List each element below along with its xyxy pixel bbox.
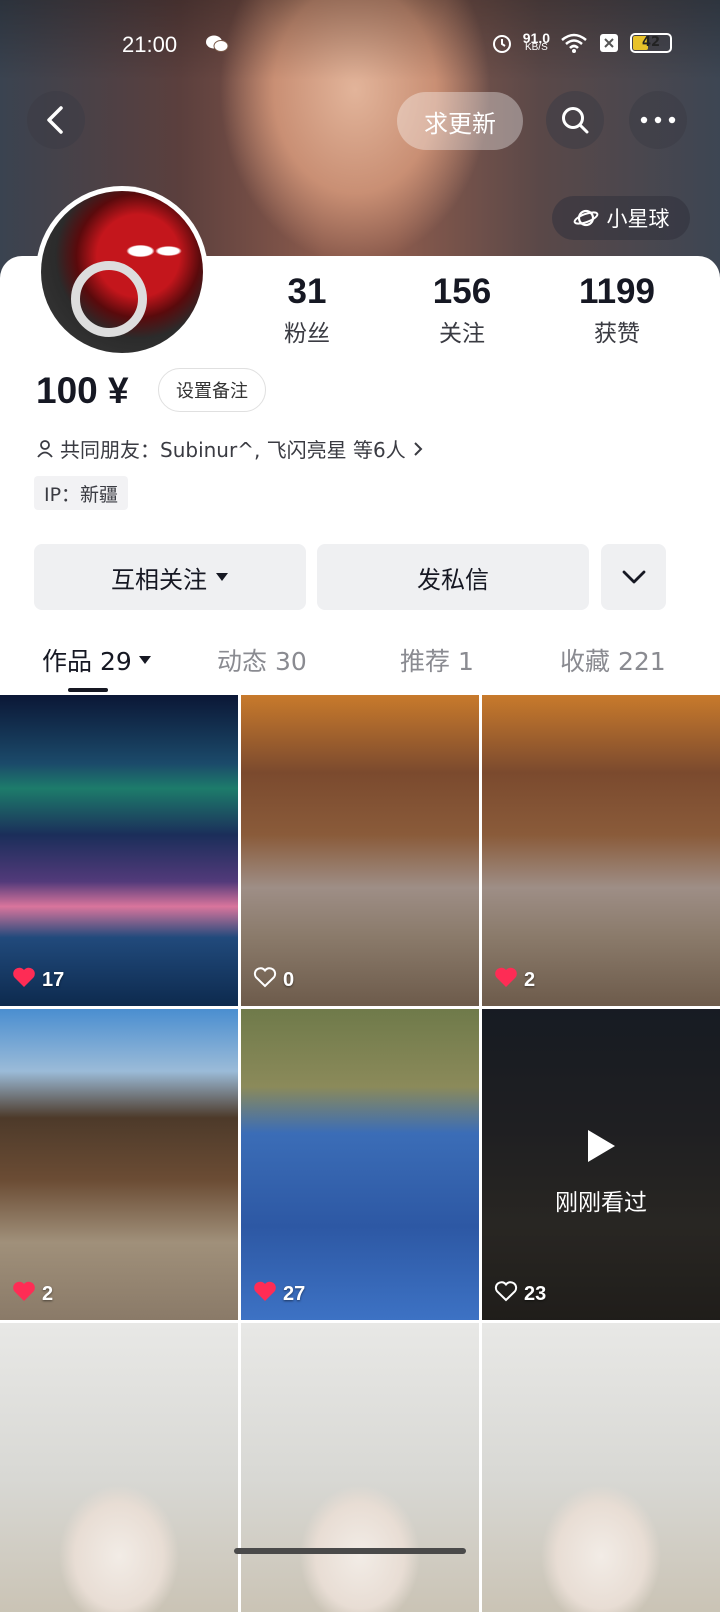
status-right: 91.0 KB/S 42 [491,30,672,54]
mutual-friends-text: 共同朋友：Subinur^, 飞闪亮星 等6人 [60,438,406,462]
stat-following[interactable]: 156 关注 [387,272,537,348]
network-speed: 91.0 KB/S [522,30,550,53]
tab-recommended[interactable]: 推荐 1 [400,642,474,678]
status-bar: 21:00 91.0 KB/S 42 [0,28,720,64]
chevron-down-icon [622,570,645,584]
more-button[interactable] [629,91,687,149]
ip-location-badge: IP：新疆 [34,476,129,510]
planet-label: 小星球 [606,207,670,231]
planet-icon [573,209,598,227]
video-grid: 17 0 2 2 27 刚刚看过 23 [0,695,720,1612]
recently-watched: 刚刚看过 [482,1127,720,1217]
search-icon [562,107,589,134]
like-count: 0 [253,966,294,994]
home-indicator [234,1548,466,1554]
sim-off-icon [600,34,618,52]
active-tab-indicator [68,688,108,692]
caret-down-icon [138,656,151,664]
heart-icon [494,966,518,994]
content-tabs: 作品 29 动态 30 推荐 1 收藏 221 [0,638,720,692]
person-icon [37,439,53,458]
like-count: 23 [494,1280,546,1308]
video-thumbnail[interactable] [482,1323,720,1612]
heart-icon [12,966,36,994]
video-thumbnail[interactable]: 刚刚看过 23 [482,1009,720,1320]
wifi-icon [561,33,587,53]
stat-likes[interactable]: 1199 获赞 [542,272,692,348]
mutual-follow-button[interactable]: 互相关注 [34,544,306,610]
status-time: 21:00 [122,32,178,57]
video-thumbnail[interactable]: 2 [482,695,720,1006]
mutual-friends-link[interactable]: 共同朋友：Subinur^, 飞闪亮星 等6人 [36,434,424,463]
chevron-right-icon [414,441,423,456]
tab-favorites[interactable]: 收藏 221 [560,642,666,678]
video-thumbnail[interactable] [241,1323,479,1612]
like-count: 2 [12,1280,53,1308]
more-icon [640,116,676,124]
heart-icon [494,1280,518,1308]
play-icon [588,1130,615,1162]
send-message-button[interactable]: 发私信 [317,544,589,610]
avatar[interactable] [36,186,208,358]
alarm-icon [492,35,511,53]
battery-icon: 42 [630,33,672,53]
video-thumbnail[interactable] [0,1323,238,1612]
back-arrow-icon [47,106,63,134]
tab-moments[interactable]: 动态 30 [217,642,307,678]
tab-works[interactable]: 作品 29 [42,642,152,678]
expand-button[interactable] [601,544,666,610]
like-count: 2 [494,966,535,994]
video-thumbnail[interactable]: 0 [241,695,479,1006]
set-remark-button[interactable]: 设置备注 [158,368,266,412]
request-update-button[interactable]: 求更新 [397,92,523,150]
heart-icon [253,966,277,994]
video-thumbnail[interactable]: 27 [241,1009,479,1320]
profile-stats: 31 粉丝 156 关注 1199 获赞 [232,272,692,348]
heart-icon [12,1280,36,1308]
video-thumbnail[interactable]: 2 [0,1009,238,1320]
profile-name: 100 ¥ [36,370,129,411]
planet-button[interactable]: 小星球 [552,196,690,240]
caret-down-icon [216,573,228,581]
heart-icon [253,1280,277,1308]
wechat-icon [206,35,229,52]
back-button[interactable] [27,91,85,149]
like-count: 17 [12,966,64,994]
like-count: 27 [253,1280,305,1308]
stat-followers[interactable]: 31 粉丝 [232,272,382,348]
video-thumbnail[interactable]: 17 [0,695,238,1006]
search-button[interactable] [546,91,604,149]
